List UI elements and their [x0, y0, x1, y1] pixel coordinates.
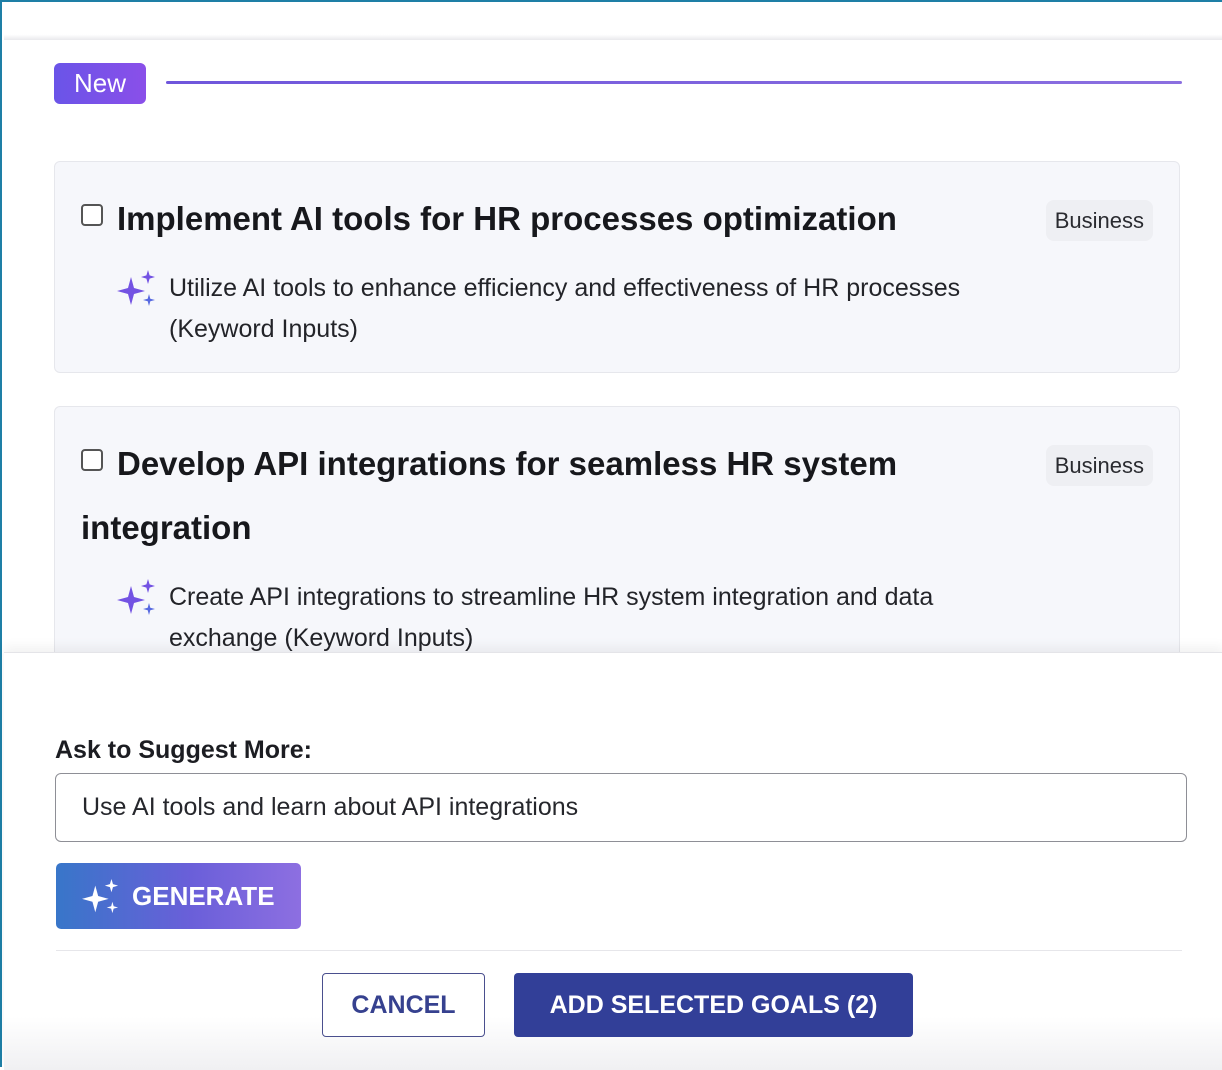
goal-title: Develop API integrations for seamless HR… — [81, 445, 898, 546]
new-badge: New — [54, 63, 146, 104]
sparkle-icon — [82, 878, 119, 914]
goal-description: Utilize AI tools to enhance efficiency a… — [169, 274, 961, 343]
sparkle-icon — [117, 579, 155, 615]
generate-button[interactable]: GENERATE — [56, 863, 301, 929]
generate-label: GENERATE — [132, 881, 275, 911]
goal-list-scroll-area[interactable]: New Implement AI tools for HR processes … — [4, 40, 1222, 652]
top-edge — [4, 4, 1222, 40]
dialog-footer: Ask to Suggest More: GENERATE CANCEL ADD… — [4, 652, 1222, 1070]
goal-tag: Business — [1045, 445, 1153, 486]
section-divider — [166, 81, 1182, 84]
goal-card[interactable]: Implement AI tools for HR processes opti… — [54, 161, 1180, 373]
suggest-label: Ask to Suggest More: — [55, 736, 312, 764]
sparkle-icon — [117, 270, 155, 306]
add-selected-goals-button[interactable]: ADD SELECTED GOALS (2) — [514, 973, 913, 1037]
goal-description: Create API integrations to streamline HR… — [169, 583, 934, 652]
suggest-input[interactable] — [55, 773, 1187, 842]
goal-title: Implement AI tools for HR processes opti… — [117, 200, 897, 237]
cancel-button[interactable]: CANCEL — [322, 973, 485, 1037]
goal-card[interactable]: Develop API integrations for seamless HR… — [54, 406, 1180, 652]
goal-tag: Business — [1045, 200, 1153, 241]
dialog-frame: New Implement AI tools for HR processes … — [0, 0, 1222, 1070]
